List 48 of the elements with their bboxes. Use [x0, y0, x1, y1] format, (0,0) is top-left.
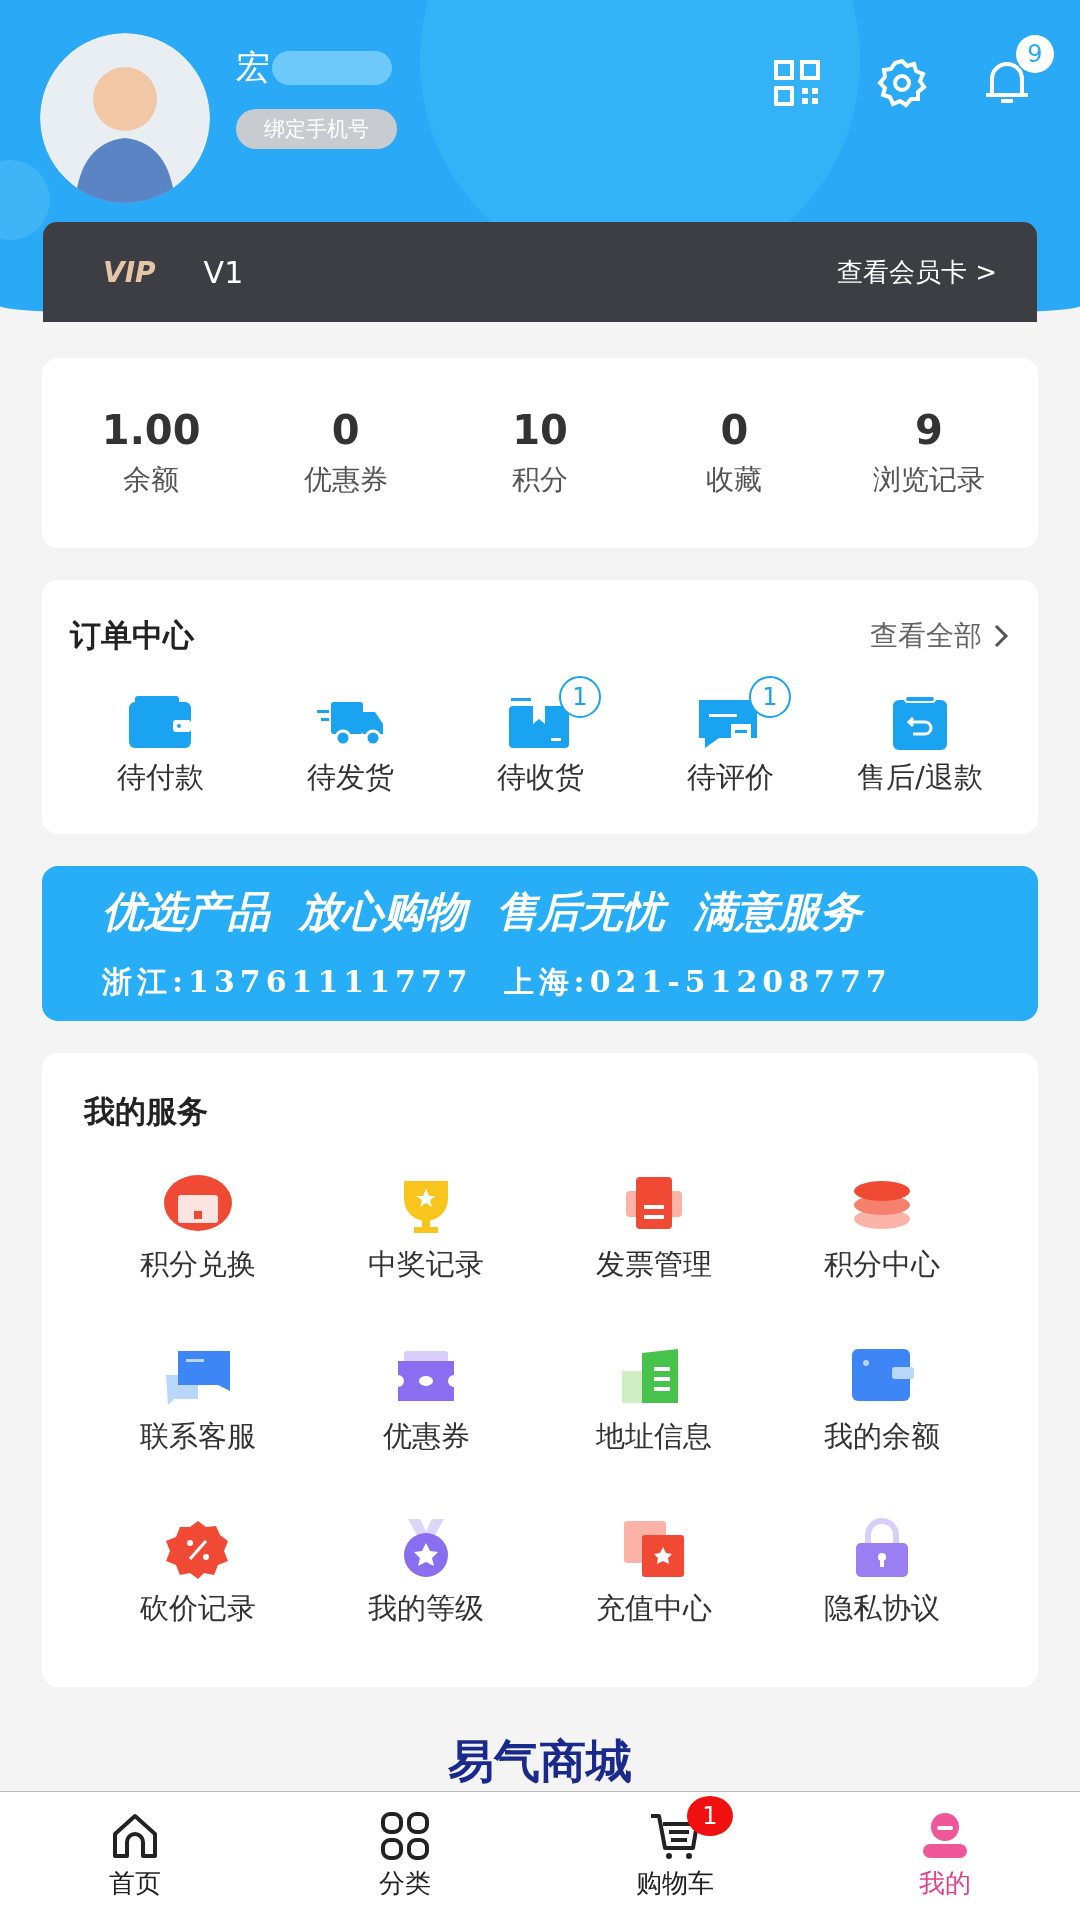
- order-status-label[interactable]: 售后/退款: [857, 758, 983, 799]
- tab-item[interactable]: 我的: [810, 1792, 1080, 1920]
- stat-value[interactable]: 10: [512, 407, 568, 454]
- banner-slogan: 优选产品 放心购物 售后无忧 满意服务: [102, 883, 978, 940]
- stat-label[interactable]: 优惠券: [303, 461, 388, 500]
- order-status-label[interactable]: 待付款: [116, 758, 204, 799]
- section-title: 订单中心: [70, 616, 194, 656]
- tab-item[interactable]: 1 购物车: [540, 1792, 810, 1920]
- service-label[interactable]: 优惠券: [382, 1416, 470, 1457]
- stat-value[interactable]: 1.00: [101, 407, 201, 454]
- tab-item[interactable]: 分类: [270, 1792, 540, 1920]
- member-card-link[interactable]: 查看会员卡 >: [836, 254, 997, 290]
- view-all-link[interactable]: 查看全部: [870, 617, 1010, 656]
- service-label[interactable]: 隐私协议: [824, 1588, 940, 1629]
- cart-count-badge: 1: [687, 1796, 733, 1836]
- service-label[interactable]: 中奖记录: [368, 1244, 484, 1285]
- stat-label[interactable]: 收藏: [706, 461, 763, 500]
- service-label[interactable]: 砍价记录: [140, 1588, 256, 1629]
- order-status-label[interactable]: 待评价: [686, 758, 774, 799]
- order-status-label[interactable]: 待收货: [496, 758, 584, 799]
- service-label[interactable]: 积分兑换: [140, 1244, 256, 1285]
- service-label[interactable]: 发票管理: [596, 1244, 712, 1285]
- service-label[interactable]: 联系客服: [140, 1416, 256, 1457]
- user-name: 宏: [236, 46, 270, 89]
- service-label[interactable]: 我的余额: [824, 1416, 940, 1457]
- service-label[interactable]: 地址信息: [596, 1416, 712, 1457]
- stat-label[interactable]: 浏览记录: [872, 461, 985, 500]
- stat-value[interactable]: 9: [914, 407, 943, 454]
- service-label[interactable]: 充值中心: [596, 1588, 712, 1629]
- service-label[interactable]: 积分中心: [824, 1244, 940, 1285]
- grid-icon: [379, 1810, 431, 1862]
- count-badge: 1: [559, 676, 601, 719]
- qr-code-icon[interactable]: [772, 58, 822, 108]
- store-logo-text: 易气商城: [448, 1733, 632, 1790]
- service-label[interactable]: 我的等级: [368, 1588, 484, 1629]
- stat-value[interactable]: 0: [331, 407, 360, 454]
- stat-label[interactable]: 余额: [123, 461, 180, 500]
- section-title: 我的服务: [84, 1091, 209, 1131]
- vip-card[interactable]: VIP V1 查看会员卡 >: [43, 222, 1037, 322]
- count-badge: 1: [749, 676, 791, 719]
- banner-phones: 浙江:13761111777 上海:021-51208777: [102, 962, 893, 1001]
- vip-label: VIP: [103, 255, 156, 289]
- stat-value[interactable]: 0: [720, 407, 749, 454]
- stat-label[interactable]: 积分: [512, 461, 568, 500]
- vip-level: V1: [203, 254, 244, 290]
- order-status-label[interactable]: 待发货: [306, 758, 394, 799]
- settings-icon[interactable]: [876, 57, 928, 109]
- tab-item[interactable]: 首页: [0, 1792, 270, 1920]
